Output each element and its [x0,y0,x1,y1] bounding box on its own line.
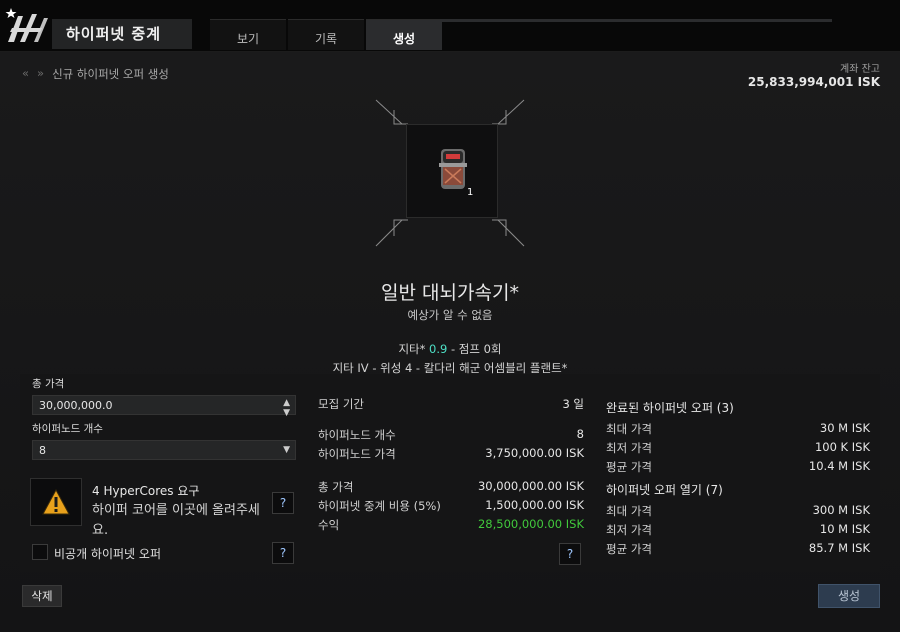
offer-summary: 모집 기간 3 일 하이퍼노드 개수 8 하이퍼노드 가격 3,750,000.00 … [318,396,584,536]
warning-icon [42,488,70,515]
open-offers-title: 하이퍼넷 오퍼 열기 (7) [606,483,723,497]
cerebral-accelerator-icon [439,149,467,189]
security-status: 0.9 [429,342,448,356]
profit-value: 28,500,000.00 ISK [477,517,584,531]
breadcrumb-label: 신규 하이퍼넷 오퍼 생성 [52,67,169,81]
total-row: 총 가격 30,000,000.00 ISK [318,479,584,498]
stat-label: 최저 가격 [606,441,652,455]
header-divider [440,19,832,22]
completed-min-row: 최저 가격 100 K ISK [606,440,870,459]
total-price-label: 총 가격 [32,378,65,390]
tab-history[interactable]: 기록 [288,19,364,50]
open-min-row: 최저 가격 10 M ISK [606,522,870,541]
market-stats: 완료된 하이퍼넷 오퍼 (3) 최대 가격 30 M ISK 최저 가격 100 K… [606,399,870,560]
tab-bar: 보기 기록 생성 [210,19,444,50]
node-count-row: 하이퍼노드 개수 8 [318,427,584,446]
stat-value: 10 M ISK [819,522,870,536]
summary-node-count-label: 하이퍼노드 개수 [318,428,396,442]
summary-help-button[interactable]: ? [559,543,581,565]
jump-count: - 점프 0회 [451,342,502,356]
double-chevron-left-icon[interactable]: « [22,66,29,82]
stat-value: 30 M ISK [819,421,870,435]
duration-value: 3 일 [562,397,584,411]
duration-label: 모집 기간 [318,397,364,411]
item-slot[interactable]: 1 [406,124,498,218]
completed-avg-row: 평균 가격 10.4 M ISK [606,459,870,478]
estimated-price: 예상가 알 수 없음 [407,308,493,322]
hypercore-requirement: 4 HyperCores 요구 [92,484,200,498]
chevron-down-icon: ▼ [283,445,290,455]
node-price-value: 3,750,000.00 ISK [485,446,584,460]
hypercore-hint: 하이퍼 코어를 이곳에 올려주세요. [92,503,260,538]
app-logo-icon [5,8,48,42]
double-chevron-right-icon: » [37,66,45,80]
fee-label: 하이퍼넷 중계 비용 (5%) [318,499,441,513]
private-offer-label: 비공개 하이퍼넷 오퍼 [54,547,161,561]
balance-label: 계좌 잔고 [840,64,880,75]
node-count-value: 8 [39,444,46,457]
breadcrumb: « » 신규 하이퍼넷 오퍼 생성 [22,66,169,82]
profit-label: 수익 [318,518,340,532]
stat-label: 최대 가격 [606,504,652,518]
offer-form: 총 가격 30,000,000.0 ▲ ▼ 하이퍼노드 개수 8 ▼ [22,376,300,466]
delete-button[interactable]: 삭제 [22,585,62,607]
location-line: 지타* 0.9 - 점프 0회 [0,341,900,357]
open-max-row: 최대 가격 300 M ISK [606,503,870,522]
stat-value: 85.7 M ISK [808,541,870,555]
account-balance: 계좌 잔고 25,833,994,001 ISK [748,60,880,89]
private-offer-checkbox[interactable] [32,544,48,560]
item-name: 일반 대뇌가속기* [381,282,519,304]
total-price-input[interactable]: 30,000,000.0 ▲ ▼ [32,395,296,418]
fee-value: 1,500,000.00 ISK [485,498,584,512]
profit-row: 수익 28,500,000.00 ISK [318,517,584,536]
stepper-arrows-icon[interactable]: ▲ ▼ [283,398,290,418]
total-label: 총 가격 [318,480,354,494]
top-bar: 하이퍼넷 중계 보기 기록 생성 [0,0,900,52]
node-price-label: 하이퍼노드 가격 [318,447,396,461]
completed-max-row: 최대 가격 30 M ISK [606,421,870,440]
tab-create[interactable]: 생성 [366,19,442,50]
stat-value: 100 K ISK [814,440,870,454]
stat-label: 최대 가격 [606,422,652,436]
duration-row: 모집 기간 3 일 [318,396,584,415]
completed-offers-title: 완료된 하이퍼넷 오퍼 (3) [606,401,734,415]
hypercore-help-button[interactable]: ? [272,492,294,514]
window-title: 하이퍼넷 중계 [52,19,192,49]
stat-value: 10.4 M ISK [808,459,870,473]
node-count-label: 하이퍼노드 개수 [32,423,103,435]
create-button[interactable]: 생성 [818,584,880,608]
summary-node-count-value: 8 [576,427,584,441]
item-quantity: 1 [467,187,474,198]
fee-row: 하이퍼넷 중계 비용 (5%) 1,500,000.00 ISK [318,498,584,517]
node-count-select[interactable]: 8 ▼ [32,440,296,460]
node-price-row: 하이퍼노드 가격 3,750,000.00 ISK [318,446,584,465]
tab-browse[interactable]: 보기 [210,19,286,50]
open-avg-row: 평균 가격 85.7 M ISK [606,541,870,560]
stat-label: 평균 가격 [606,542,652,556]
total-value: 30,000,000.00 ISK [477,479,584,493]
stat-label: 평균 가격 [606,460,652,474]
private-offer-help-button[interactable]: ? [272,542,294,564]
hypercore-slot[interactable] [30,478,82,526]
stat-value: 300 M ISK [812,503,870,517]
stat-label: 최저 가격 [606,523,652,537]
item-slot-frame: 1 [372,96,528,250]
hypercore-info: 4 HyperCores 요구 하이퍼 코어를 이곳에 올려주세요. [92,482,262,541]
system-name[interactable]: 지타* [398,342,425,356]
total-price-value: 30,000,000.0 [39,399,113,412]
balance-value: 25,833,994,001 ISK [747,75,880,89]
